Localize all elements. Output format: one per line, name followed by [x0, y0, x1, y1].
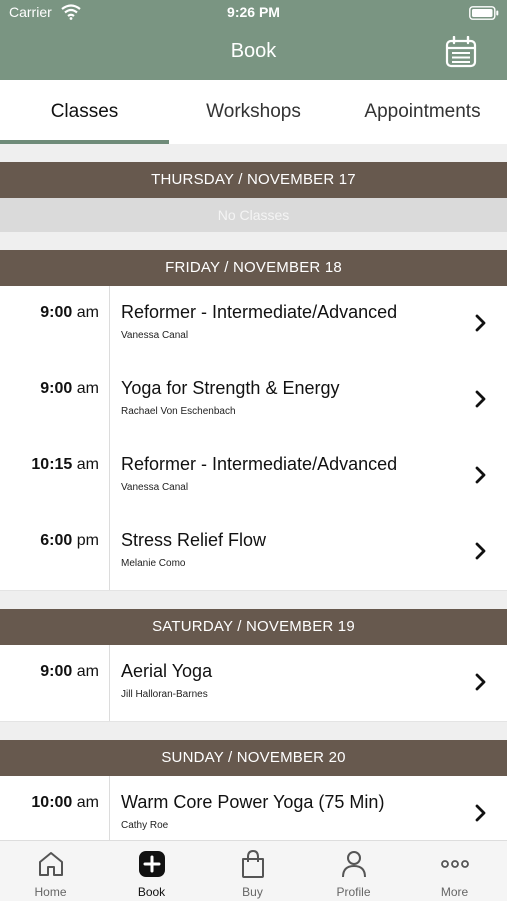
segmented-tabs: Classes Workshops Appointments — [0, 80, 507, 144]
time-column: 9:00 am — [0, 286, 110, 362]
day-header: SATURDAY / NOVEMBER 19 — [0, 609, 507, 645]
class-row[interactable]: 10:15 am Reformer - Intermediate/Advance… — [0, 438, 507, 515]
tab-classes[interactable]: Classes — [0, 80, 169, 144]
nav-bar: Book — [0, 26, 507, 80]
class-row[interactable]: 6:00 pm Stress Relief Flow Melanie Como — [0, 514, 507, 591]
chevron-right-icon — [475, 390, 487, 413]
class-name: Warm Core Power Yoga (75 Min) — [121, 792, 385, 812]
bottom-tab-label: Profile — [336, 885, 371, 899]
class-name: Reformer - Intermediate/Advanced — [121, 454, 398, 474]
time-column: 10:15 am — [0, 438, 110, 514]
time-column: 9:00 am — [0, 645, 110, 721]
class-row[interactable]: 10:00 am Warm Core Power Yoga (75 Min) C… — [0, 776, 507, 840]
ellipsis-icon — [404, 849, 505, 879]
chevron-right-icon — [475, 314, 487, 337]
class-name: Stress Relief Flow — [121, 530, 267, 550]
shopping-bag-icon — [202, 849, 303, 879]
bottom-tab-more[interactable]: More — [404, 841, 507, 901]
home-icon — [0, 849, 101, 879]
chevron-right-icon — [475, 542, 487, 565]
battery-icon — [469, 6, 499, 25]
class-name: Reformer - Intermediate/Advanced — [121, 302, 398, 322]
chevron-right-icon — [475, 673, 487, 696]
bottom-tab-label: More — [440, 885, 469, 899]
bottom-tab-buy[interactable]: Buy — [202, 841, 303, 901]
tab-appointments[interactable]: Appointments — [338, 80, 507, 144]
day-header: THURSDAY / NOVEMBER 17 — [0, 162, 507, 198]
instructor-name: Vanessa Canal — [121, 330, 189, 341]
time-column: 10:00 am — [0, 776, 110, 840]
status-time: 9:26 PM — [227, 4, 280, 20]
status-bar: Carrier 9:26 PM — [0, 0, 507, 26]
class-row[interactable]: 9:00 am Reformer - Intermediate/Advanced… — [0, 286, 507, 363]
class-time: 6:00 pm — [40, 532, 99, 549]
class-time: 10:00 am — [31, 794, 99, 811]
class-row[interactable]: 9:00 am Aerial Yoga Jill Halloran-Barnes — [0, 645, 507, 722]
bottom-tab-label: Book — [137, 885, 166, 899]
bottom-tab-label: Home — [34, 885, 67, 899]
class-time: 9:00 am — [40, 663, 99, 680]
bottom-tab-home[interactable]: Home — [0, 841, 101, 901]
section-gap — [0, 232, 507, 250]
bottom-tab-profile[interactable]: Profile — [303, 841, 404, 901]
class-row[interactable]: 9:00 am Yoga for Strength & Energy Racha… — [0, 362, 507, 439]
section-gap — [0, 722, 507, 740]
class-name: Aerial Yoga — [121, 661, 213, 681]
time-column: 6:00 pm — [0, 514, 110, 590]
class-time: 9:00 am — [40, 380, 99, 397]
instructor-name: Vanessa Canal — [121, 482, 189, 493]
bottom-tab-bar: Home Book Buy Profile More — [0, 840, 507, 901]
tab-workshops[interactable]: Workshops — [169, 80, 338, 144]
person-icon — [303, 849, 404, 879]
no-classes-label: No Classes — [0, 198, 507, 232]
chevron-right-icon — [475, 804, 487, 827]
page-title: Book — [230, 40, 277, 62]
class-time: 9:00 am — [40, 304, 99, 321]
section-gap — [0, 591, 507, 609]
chevron-right-icon — [475, 466, 487, 489]
time-column: 9:00 am — [0, 362, 110, 438]
instructor-name: Rachael Von Eschenbach — [121, 406, 236, 417]
day-header: FRIDAY / NOVEMBER 18 — [0, 250, 507, 286]
instructor-name: Jill Halloran-Barnes — [121, 689, 208, 700]
section-gap — [0, 144, 507, 162]
calendar-icon[interactable] — [445, 35, 477, 73]
schedule-list[interactable]: THURSDAY / NOVEMBER 17 No Classes FRIDAY… — [0, 144, 507, 840]
class-name: Yoga for Strength & Energy — [121, 378, 340, 398]
bottom-tab-book[interactable]: Book — [101, 841, 202, 901]
bottom-tab-label: Buy — [242, 885, 263, 899]
instructor-name: Melanie Como — [121, 558, 186, 569]
day-header: SUNDAY / NOVEMBER 20 — [0, 740, 507, 776]
instructor-name: Cathy Roe — [121, 820, 169, 831]
plus-square-icon — [101, 849, 202, 879]
class-time: 10:15 am — [31, 456, 99, 473]
